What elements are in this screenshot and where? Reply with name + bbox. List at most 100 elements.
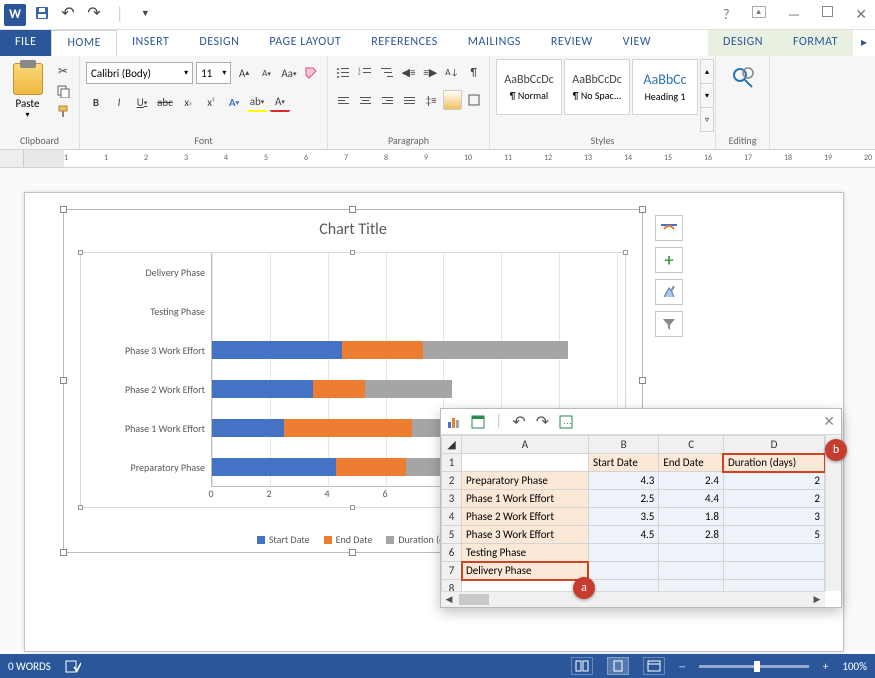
cell[interactable]: 1.8 (659, 508, 724, 526)
borders-button[interactable] (465, 90, 483, 110)
cell[interactable]: Phase 2 Work Effort (462, 508, 589, 526)
cell[interactable]: 5 (723, 526, 824, 544)
close-icon[interactable]: ✕ (851, 6, 871, 23)
chart-title[interactable]: Chart Title (64, 210, 642, 245)
cell[interactable] (588, 562, 658, 580)
subscript-button[interactable]: x₂ (178, 92, 198, 112)
cell[interactable]: 4.5 (588, 526, 658, 544)
zoom-out-icon[interactable]: ─ (679, 660, 685, 673)
paste-button[interactable]: Paste ▾ (6, 59, 49, 132)
tab-references[interactable]: REFERENCES (356, 30, 453, 56)
cell[interactable]: 2 (723, 472, 824, 490)
maximize-icon[interactable] (822, 6, 833, 17)
tab-mailings[interactable]: MAILINGS (453, 30, 536, 56)
close-icon[interactable]: ✕ (823, 413, 835, 430)
bar-segment[interactable] (212, 341, 342, 359)
row-header[interactable]: 4 (442, 508, 462, 526)
decrease-indent-button[interactable]: ◀≡ (399, 62, 418, 82)
cell[interactable] (659, 562, 724, 580)
cell[interactable] (723, 562, 824, 580)
horizontal-scrollbar[interactable]: ◀ ▶ (441, 591, 825, 607)
chart-filters-icon[interactable] (655, 311, 683, 337)
chart-elements-icon[interactable]: + (655, 247, 683, 273)
style-up-icon[interactable]: ▴ (701, 60, 713, 84)
cell[interactable]: Phase 3 Work Effort (462, 526, 589, 544)
cell[interactable]: End Date (659, 454, 724, 472)
bar-segment[interactable] (342, 341, 423, 359)
cell[interactable] (723, 544, 824, 562)
scroll-right-icon[interactable]: ▶ (809, 592, 825, 607)
tab-chart-design[interactable]: DESIGN (708, 30, 778, 56)
align-left-button[interactable] (334, 90, 353, 110)
style-heading-1[interactable]: AaBbCcHeading 1 (632, 59, 698, 115)
undo-icon[interactable]: ↶ (60, 5, 76, 21)
cut-icon[interactable]: ✂ (53, 63, 73, 79)
undo-icon[interactable]: ↶ (512, 412, 525, 432)
minimize-icon[interactable]: — (784, 6, 805, 23)
print-layout-icon[interactable] (607, 657, 629, 675)
tab-page-layout[interactable]: PAGE LAYOUT (254, 30, 356, 56)
row-header[interactable]: 3 (442, 490, 462, 508)
text-effects-button[interactable]: A▾ (224, 92, 244, 112)
superscript-button[interactable]: x² (201, 92, 221, 112)
multilevel-button[interactable] (377, 62, 396, 82)
bar-segment[interactable] (423, 341, 568, 359)
bar-segment[interactable] (212, 458, 336, 476)
line-spacing-button[interactable]: ‡≡ (422, 90, 440, 110)
zoom-level[interactable]: 100% (842, 660, 867, 673)
cell[interactable]: 2.4 (659, 472, 724, 490)
show-marks-button[interactable]: ¶ (464, 62, 483, 82)
layout-options-icon[interactable] (655, 215, 683, 241)
font-size-combo[interactable]: 11▾ (196, 62, 231, 84)
clear-formatting-icon[interactable] (302, 63, 321, 83)
scroll-thumb[interactable] (459, 594, 489, 605)
cell[interactable]: Delivery Phase (462, 562, 589, 580)
redo-icon[interactable]: ↷ (86, 5, 102, 21)
font-name-combo[interactable]: Calibri (Body)▾ (86, 62, 193, 84)
cell[interactable]: 3 (723, 508, 824, 526)
strikethrough-button[interactable]: abc (155, 92, 175, 112)
cell[interactable] (588, 580, 658, 592)
tab-review[interactable]: REVIEW (536, 30, 608, 56)
cell[interactable]: 4.3 (588, 472, 658, 490)
row-header[interactable]: 1 (442, 454, 462, 472)
style-no-spacing[interactable]: AaBbCcDc¶ No Spac... (564, 59, 630, 115)
find-icon[interactable] (728, 63, 758, 93)
proofing-icon[interactable] (65, 659, 81, 673)
highlight-button[interactable]: ab▾ (247, 92, 267, 112)
row-header[interactable]: 5 (442, 526, 462, 544)
cell[interactable]: Duration (days) (723, 454, 824, 472)
zoom-in-icon[interactable]: + (823, 660, 828, 673)
bar-segment[interactable] (336, 458, 405, 476)
resize-handle[interactable] (60, 206, 67, 213)
bar-segment[interactable] (212, 380, 313, 398)
row-header[interactable]: 8 (442, 580, 462, 592)
grow-font-button[interactable]: A▴ (234, 63, 253, 83)
col-header[interactable]: B (588, 436, 658, 454)
cell[interactable]: Phase 1 Work Effort (462, 490, 589, 508)
resize-handle[interactable] (349, 549, 356, 556)
cell[interactable]: 2.8 (659, 526, 724, 544)
edit-data-icon[interactable] (471, 415, 485, 429)
word-count[interactable]: 0 WORDS (8, 660, 51, 673)
bar-segment[interactable] (365, 380, 452, 398)
cell[interactable]: 4.4 (659, 490, 724, 508)
tab-chart-format[interactable]: FORMAT (778, 30, 853, 56)
bullets-button[interactable] (334, 62, 353, 82)
cell[interactable]: 2 (723, 490, 824, 508)
zoom-slider[interactable] (699, 665, 809, 668)
resize-handle[interactable] (639, 206, 646, 213)
italic-button[interactable]: I (109, 92, 129, 112)
numbering-button[interactable]: 12 (356, 62, 375, 82)
row-header[interactable]: 6 (442, 544, 462, 562)
tab-view[interactable]: VIEW (608, 30, 666, 56)
format-painter-icon[interactable] (53, 103, 73, 119)
align-right-button[interactable] (378, 90, 397, 110)
cell[interactable] (462, 580, 589, 592)
resize-handle[interactable] (623, 250, 628, 255)
tab-home[interactable]: HOME (51, 30, 117, 56)
col-header[interactable]: A (462, 436, 589, 454)
bar-segment[interactable] (212, 419, 284, 437)
bar-segment[interactable] (313, 380, 365, 398)
tab-file[interactable]: FILE (0, 30, 51, 56)
